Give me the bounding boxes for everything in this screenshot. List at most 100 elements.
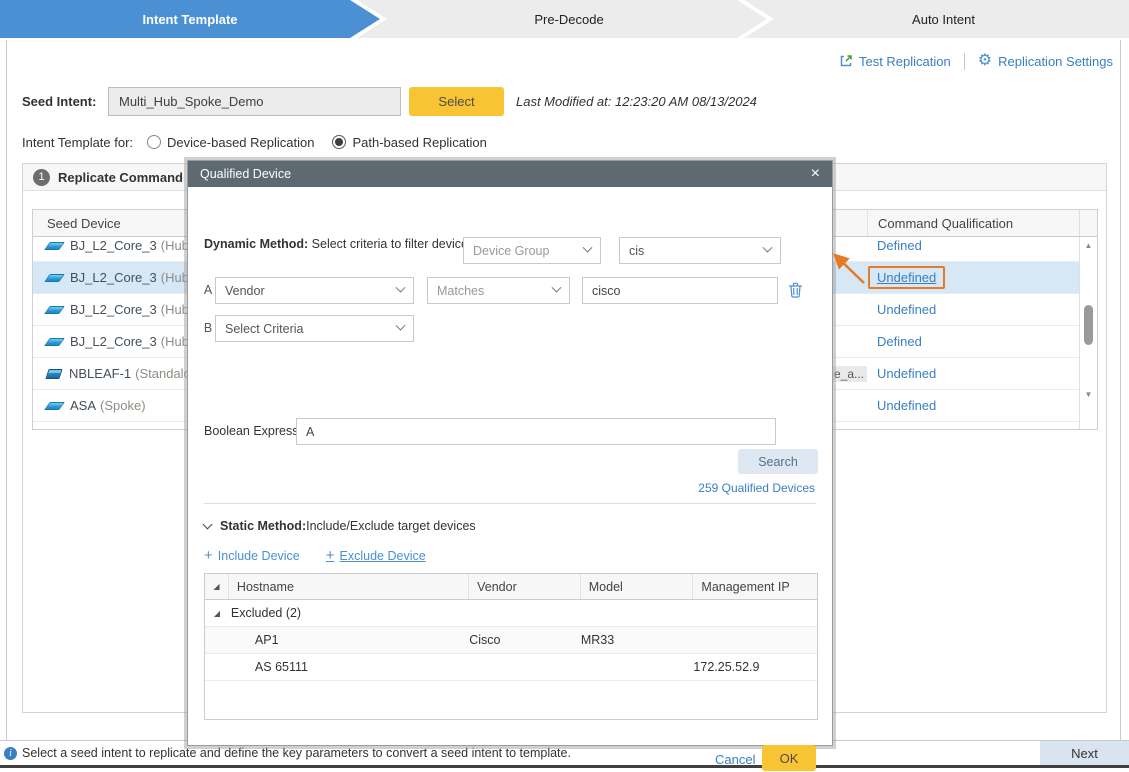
- seed-intent-label: Seed Intent:: [22, 87, 96, 116]
- intent-template-for-row: Intent Template for: Device-based Replic…: [22, 132, 505, 152]
- criteria-b-field-select[interactable]: Select Criteria: [215, 315, 414, 342]
- collapse-chevron-icon[interactable]: [203, 520, 213, 530]
- replicate-command-title: Replicate Command: [58, 170, 183, 185]
- model-cell: [581, 654, 694, 680]
- router-icon: [44, 338, 65, 346]
- next-button[interactable]: Next: [1040, 741, 1129, 766]
- management-ip-header: Management IP: [693, 574, 817, 599]
- device-name: BJ_L2_Core_3: [70, 270, 157, 285]
- static-method-label: Static Method: Include/Exclude target de…: [204, 519, 476, 533]
- qualification-link[interactable]: Undefined: [877, 366, 936, 381]
- status-message: Select a seed intent to replicate and de…: [22, 746, 571, 760]
- static-table-header: ◢ Hostname Vendor Model Management IP: [205, 574, 817, 600]
- criteria-b-id: B: [202, 315, 214, 342]
- switch-icon: [45, 369, 62, 379]
- static-device-table: ◢ Hostname Vendor Model Management IP ◢ …: [204, 573, 818, 720]
- vendor-cell: Cisco: [469, 627, 581, 653]
- external-link-icon: [839, 54, 853, 68]
- device-name: ASA: [70, 398, 96, 413]
- test-replication-link[interactable]: Test Replication: [839, 54, 951, 69]
- table-scrollbar[interactable]: ▲ ▼: [1079, 237, 1097, 429]
- tab-intent-template-label: Intent Template: [142, 12, 237, 27]
- device-name: BJ_L2_Core_3: [70, 302, 157, 317]
- router-icon: [44, 274, 65, 282]
- scroll-thumb[interactable]: [1084, 305, 1093, 345]
- table-row[interactable]: AP1 Cisco MR33: [205, 627, 817, 654]
- device-name: NBLEAF-1: [69, 366, 131, 381]
- replication-settings-link[interactable]: ⚙ Replication Settings: [978, 53, 1113, 69]
- router-icon: [44, 242, 65, 250]
- ok-button[interactable]: OK: [762, 745, 816, 771]
- radio-path-based-label: Path-based Replication: [352, 135, 486, 150]
- device-name: BJ_L2_Core_3: [70, 238, 157, 253]
- qualification-link[interactable]: Undefined: [877, 302, 936, 317]
- chevron-down-icon: [583, 243, 593, 253]
- seed-intent-input[interactable]: [108, 87, 401, 116]
- criteria-a-operator-select[interactable]: Matches: [427, 277, 570, 304]
- info-icon: i: [4, 747, 17, 760]
- last-modified-text: Last Modified at: 12:23:20 AM 08/13/2024: [516, 87, 757, 116]
- router-icon: [44, 306, 65, 314]
- qualification-link[interactable]: Defined: [877, 238, 922, 253]
- model-header: Model: [581, 574, 694, 599]
- modal-header: Qualified Device ×: [188, 161, 832, 187]
- collapse-all-icon[interactable]: ◢: [205, 574, 229, 599]
- scope-select[interactable]: Device Group: [463, 237, 601, 264]
- criteria-a-id: A: [202, 277, 214, 304]
- hostname-header: Hostname: [229, 574, 469, 599]
- radio-path-based[interactable]: Path-based Replication: [332, 135, 486, 150]
- qualified-device-modal: Qualified Device × Dynamic Method: Selec…: [187, 160, 833, 746]
- boolean-expression-input[interactable]: [296, 418, 776, 445]
- excluded-group-row[interactable]: ◢ Excluded (2): [205, 600, 817, 627]
- chevron-down-icon: [396, 321, 406, 331]
- replication-settings-label: Replication Settings: [998, 54, 1113, 69]
- scroll-up-icon[interactable]: ▲: [1080, 241, 1097, 250]
- radio-path-based-circle[interactable]: [332, 135, 346, 149]
- qualified-devices-link[interactable]: 259 Qualified Devices: [698, 481, 815, 495]
- tab-auto-intent-label: Auto Intent: [912, 12, 975, 27]
- group-label: Excluded (2): [229, 600, 469, 626]
- table-row[interactable]: AS 65111 172.25.52.9: [205, 654, 817, 681]
- radio-device-based-label: Device-based Replication: [167, 135, 314, 150]
- modal-title: Qualified Device: [200, 167, 291, 181]
- qualification-link[interactable]: Defined: [877, 334, 922, 349]
- tab-pre-decode-label: Pre-Decode: [534, 12, 603, 27]
- gear-icon: ⚙: [978, 53, 992, 69]
- section-divider: [204, 503, 816, 504]
- command-qualification-column-header: Command Qualification: [867, 210, 1079, 236]
- device-role: (Spoke): [100, 398, 146, 413]
- chevron-down-icon: [552, 283, 562, 293]
- device-name: BJ_L2_Core_3: [70, 334, 157, 349]
- tab-auto-intent[interactable]: Auto Intent: [744, 0, 1129, 38]
- scrollbar-header-gap: [1079, 210, 1097, 236]
- plus-icon: +: [326, 547, 335, 564]
- toolbar-separator: [964, 53, 965, 70]
- router-icon: [44, 402, 65, 410]
- truncated-cell-fragment: e_a...: [831, 366, 867, 382]
- search-button[interactable]: Search: [738, 449, 818, 474]
- modal-body: Dynamic Method: Select criteria to filte…: [188, 187, 832, 747]
- tab-intent-template[interactable]: Intent Template: [0, 0, 380, 38]
- cancel-button[interactable]: Cancel: [715, 747, 755, 772]
- chevron-down-icon: [763, 243, 773, 253]
- qualification-link[interactable]: Undefined: [877, 398, 936, 413]
- exclude-device-link[interactable]: + Exclude Device: [326, 547, 426, 564]
- include-device-link[interactable]: + Include Device: [204, 547, 300, 564]
- device-group-select[interactable]: cis: [619, 237, 781, 264]
- chevron-down-icon: [396, 283, 406, 293]
- radio-device-based-circle[interactable]: [147, 135, 161, 149]
- intent-template-for-label: Intent Template for:: [22, 135, 133, 150]
- scroll-down-icon[interactable]: ▼: [1080, 390, 1097, 399]
- collapse-group-icon[interactable]: ◢: [205, 600, 229, 626]
- qualification-link-annotated[interactable]: Undefined: [868, 266, 945, 289]
- tab-pre-decode[interactable]: Pre-Decode: [357, 0, 767, 38]
- step-badge: 1: [33, 169, 50, 186]
- select-button[interactable]: Select: [409, 87, 504, 116]
- hostname-cell: AS 65111: [229, 654, 469, 680]
- criteria-a-value-input[interactable]: [582, 277, 778, 304]
- trash-icon[interactable]: [788, 277, 806, 304]
- close-icon[interactable]: ×: [811, 166, 820, 182]
- radio-device-based[interactable]: Device-based Replication: [147, 135, 314, 150]
- criteria-a-field-select[interactable]: Vendor: [215, 277, 414, 304]
- vendor-cell: [469, 654, 581, 680]
